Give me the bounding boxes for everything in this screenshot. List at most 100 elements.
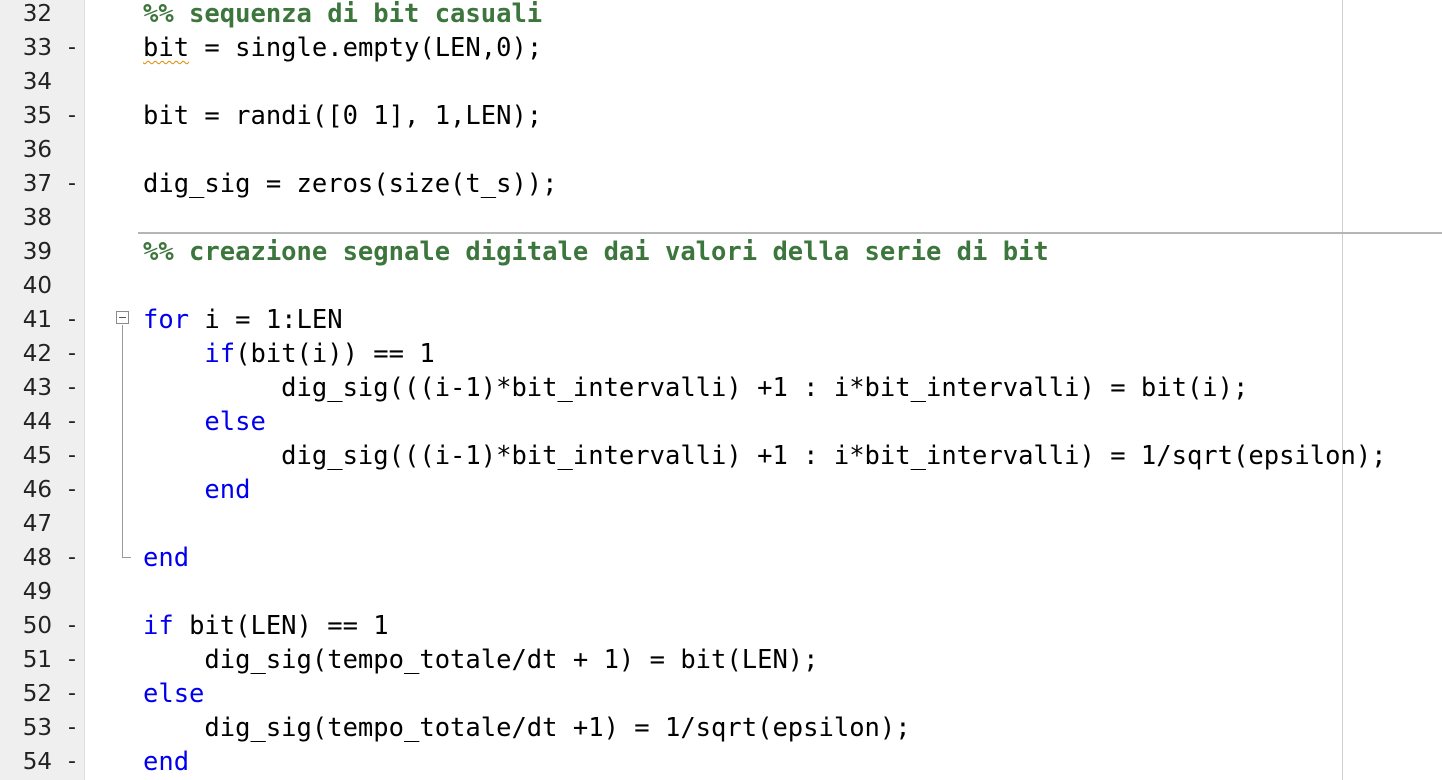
executable-line-marker[interactable]: -	[68, 745, 76, 779]
code-token: dig_sig(((i-1)*bit_intervalli) +1 : i*bi…	[143, 441, 1387, 471]
line-number: 41	[22, 307, 52, 333]
line-number: 49	[22, 579, 52, 605]
code-text[interactable]: dig_sig(((i-1)*bit_intervalli) +1 : i*bi…	[143, 439, 1387, 473]
code-line[interactable]: 45- dig_sig(((i-1)*bit_intervalli) +1 : …	[0, 439, 1442, 473]
code-line[interactable]: 51- dig_sig(tempo_totale/dt + 1) = bit(L…	[0, 643, 1442, 677]
line-number: 39	[22, 239, 52, 265]
code-token: dig_sig(tempo_totale/dt +1) = 1/sqrt(eps…	[143, 713, 911, 743]
executable-line-marker[interactable]: -	[68, 541, 76, 575]
code-token: (bit(i)) == 1	[235, 339, 435, 369]
code-text[interactable]: else	[143, 405, 266, 439]
keyword-token: end	[204, 475, 251, 505]
code-editor[interactable]: 32%% sequenza di bit casuali 33- bit = sin…	[0, 0, 1442, 780]
line-number: 36	[22, 137, 52, 163]
code-text[interactable]: for i = 1:LEN	[143, 303, 343, 337]
code-line[interactable]: 38	[0, 201, 1442, 235]
code-line[interactable]: 48- end	[0, 541, 1442, 575]
code-line[interactable]: 47	[0, 507, 1442, 541]
executable-line-marker[interactable]: -	[68, 677, 76, 711]
code-token: i = 1:LEN	[189, 305, 343, 335]
line-number: 46	[22, 477, 52, 503]
line-number: 54	[22, 749, 52, 775]
executable-line-marker[interactable]: -	[68, 405, 76, 439]
code-text[interactable]: else	[143, 677, 204, 711]
comment-token: %% sequenza di bit casuali	[143, 0, 543, 29]
line-number: 50	[22, 613, 52, 639]
line-number: 40	[22, 273, 52, 299]
code-line[interactable]: 37- dig_sig = zeros(size(t_s));	[0, 167, 1442, 201]
executable-line-marker[interactable]: -	[68, 609, 76, 643]
line-number: 37	[22, 171, 52, 197]
line-number: 43	[22, 375, 52, 401]
executable-line-marker[interactable]: -	[68, 337, 76, 371]
code-line[interactable]: 54- end	[0, 745, 1442, 779]
code-line[interactable]: 34	[0, 65, 1442, 99]
code-line[interactable]: 50- if bit(LEN) == 1	[0, 609, 1442, 643]
executable-line-marker[interactable]: -	[68, 31, 76, 65]
code-text[interactable]: bit = single.empty(LEN,0);	[143, 31, 542, 65]
code-line[interactable]: 41- for i = 1:LEN	[0, 303, 1442, 337]
code-line[interactable]: 46- end	[0, 473, 1442, 507]
code-line[interactable]: 42- if(bit(i)) == 1	[0, 337, 1442, 371]
line-number: 52	[22, 681, 52, 707]
executable-line-marker[interactable]: -	[68, 99, 76, 133]
executable-line-marker[interactable]: -	[68, 303, 76, 337]
code-line[interactable]: 43- dig_sig(((i-1)*bit_intervalli) +1 : …	[0, 371, 1442, 405]
comment-token: %% creazione segnale digitale dai valori…	[143, 237, 1049, 267]
code-token: bit	[143, 33, 190, 63]
keyword-token: else	[143, 679, 205, 709]
keyword-token: end	[143, 747, 190, 777]
fold-minus-icon[interactable]	[116, 311, 129, 324]
code-line[interactable]: 44- else	[0, 405, 1442, 439]
line-number: 42	[22, 341, 52, 367]
code-line[interactable]: 40	[0, 269, 1442, 303]
line-number: 47	[22, 511, 52, 537]
line-number: 44	[22, 409, 52, 435]
code-text[interactable]: dig_sig(((i-1)*bit_intervalli) +1 : i*bi…	[143, 371, 1248, 405]
code-text[interactable]: dig_sig(tempo_totale/dt + 1) = bit(LEN);	[143, 643, 819, 677]
code-token: dig_sig(tempo_totale/dt + 1) = bit(LEN);	[143, 645, 819, 675]
executable-line-marker[interactable]: -	[68, 643, 76, 677]
line-number: 38	[22, 205, 52, 231]
code-text[interactable]: dig_sig = zeros(size(t_s));	[143, 167, 558, 201]
keyword-token: if	[204, 339, 236, 369]
line-number: 34	[22, 69, 52, 95]
keyword-token: else	[204, 407, 266, 437]
code-text[interactable]: end	[143, 541, 189, 575]
code-line[interactable]: 53- dig_sig(tempo_totale/dt +1) = 1/sqrt…	[0, 711, 1442, 745]
code-token: dig_sig(((i-1)*bit_intervalli) +1 : i*bi…	[143, 373, 1249, 403]
code-text[interactable]: %% creazione segnale digitale dai valori…	[143, 235, 1049, 269]
executable-line-marker[interactable]: -	[68, 711, 76, 745]
code-text[interactable]: if bit(LEN) == 1	[143, 609, 389, 643]
code-text[interactable]: dig_sig(tempo_totale/dt +1) = 1/sqrt(eps…	[143, 711, 911, 745]
executable-line-marker[interactable]: -	[68, 167, 76, 201]
fold-range-line	[122, 325, 123, 558]
code-line[interactable]: 39 %% creazione segnale digitale dai valo…	[0, 235, 1442, 269]
executable-line-marker[interactable]: -	[68, 371, 76, 405]
code-line[interactable]: 49	[0, 575, 1442, 609]
code-text[interactable]: %% sequenza di bit casuali	[143, 0, 542, 31]
code-text[interactable]: bit = randi([0 1], 1,LEN);	[143, 99, 542, 133]
line-number: 53	[22, 715, 52, 741]
executable-line-marker[interactable]: -	[68, 439, 76, 473]
code-line[interactable]: 32 %% sequenza di bit casuali	[0, 0, 1442, 31]
code-text[interactable]: end	[143, 745, 189, 779]
executable-line-marker[interactable]: -	[68, 473, 76, 507]
code-token: = single.empty(LEN,0);	[189, 33, 543, 63]
code-text[interactable]: if(bit(i)) == 1	[143, 337, 435, 371]
line-number: 48	[22, 545, 52, 571]
line-number: 35	[22, 103, 52, 129]
code-text[interactable]: end	[143, 473, 250, 507]
line-number: 51	[22, 647, 52, 673]
code-line[interactable]: 36	[0, 133, 1442, 167]
code-line[interactable]: 33- bit = single.empty(LEN,0);	[0, 31, 1442, 65]
line-number: 33	[22, 35, 52, 61]
code-line[interactable]: 52- else	[0, 677, 1442, 711]
keyword-token: end	[143, 543, 190, 573]
line-number: 45	[22, 443, 52, 469]
code-token: dig_sig = zeros(size(t_s));	[143, 169, 558, 199]
code-line[interactable]: 35- bit = randi([0 1], 1,LEN);	[0, 99, 1442, 133]
